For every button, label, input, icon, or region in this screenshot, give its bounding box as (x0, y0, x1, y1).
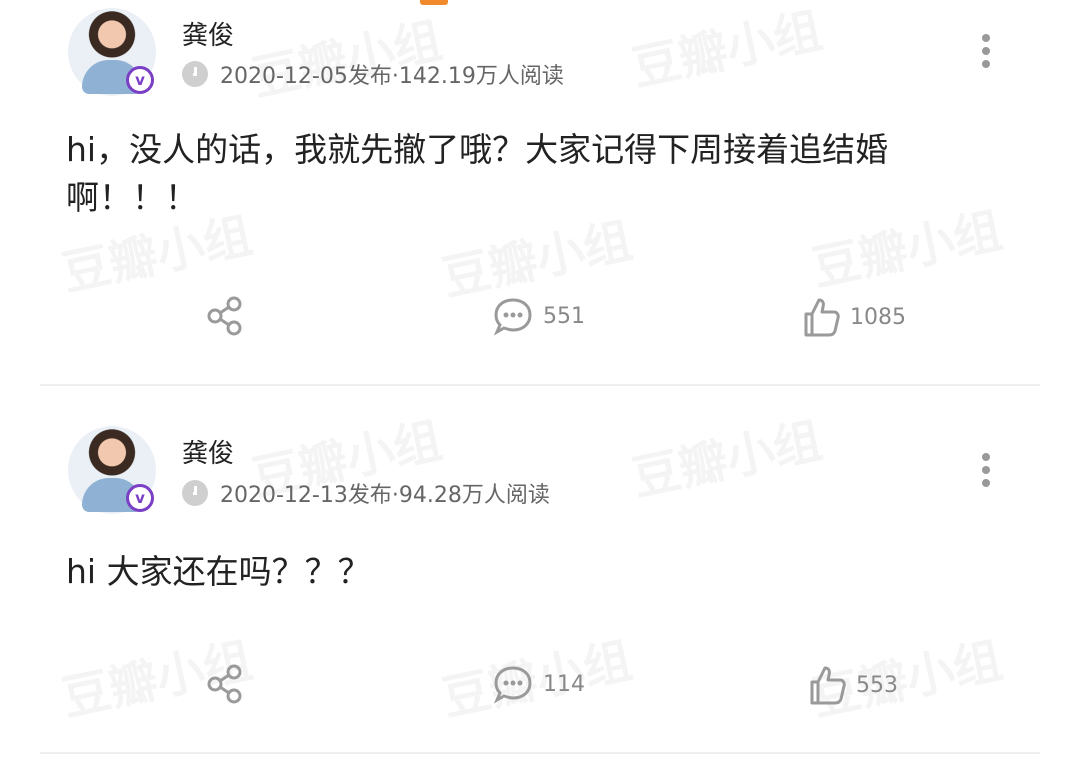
thumbs-up-icon (810, 666, 846, 705)
post-actions: 551 1085 (0, 296, 1080, 340)
avatar[interactable]: v (68, 8, 156, 96)
verified-badge-icon: v (126, 66, 154, 94)
post-meta-text: 2020-12-05发布·142.19万人阅读 (220, 64, 564, 89)
divider (40, 384, 1040, 386)
watermark: 豆瓣小组 (625, 401, 827, 509)
like-count: 1085 (850, 304, 906, 330)
comment-icon (493, 298, 532, 336)
post-content: hi，没人的话，我就先撤了哦？大家记得下周接着追结婚啊！！！ (66, 130, 889, 217)
like-button[interactable]: 553 (808, 664, 898, 706)
share-icon (207, 296, 242, 336)
username[interactable]: 龚俊 (182, 433, 234, 470)
comment-icon (493, 666, 532, 704)
like-count: 553 (856, 672, 898, 698)
verified-badge-icon: v (126, 484, 154, 512)
clock-icon (182, 61, 208, 87)
more-options-icon[interactable] (978, 34, 994, 68)
post-content: hi 大家还在吗？？？ (66, 552, 371, 591)
share-button[interactable] (206, 664, 244, 704)
avatar[interactable]: v (68, 426, 156, 514)
divider (40, 752, 1040, 754)
comment-button[interactable]: 551 (493, 296, 585, 336)
post-meta: 2020-12-13发布·94.28万人阅读 (182, 477, 550, 509)
top-tab-indicator (420, 0, 448, 5)
watermark: 豆瓣小组 (245, 1, 447, 109)
share-icon (207, 664, 242, 704)
watermark: 豆瓣小组 (625, 0, 827, 99)
post-meta-text: 2020-12-13发布·94.28万人阅读 (220, 483, 550, 508)
thumbs-up-icon (804, 298, 840, 337)
comment-button[interactable]: 114 (493, 664, 585, 704)
comment-count: 551 (543, 303, 585, 329)
post-actions: 114 553 (0, 664, 1080, 708)
post-meta: 2020-12-05发布·142.19万人阅读 (182, 58, 564, 90)
like-button[interactable]: 1085 (802, 296, 906, 338)
username[interactable]: 龚俊 (182, 15, 234, 52)
share-button[interactable] (206, 296, 244, 336)
more-options-icon[interactable] (978, 453, 994, 487)
clock-icon (182, 480, 208, 506)
comment-count: 114 (543, 671, 585, 697)
